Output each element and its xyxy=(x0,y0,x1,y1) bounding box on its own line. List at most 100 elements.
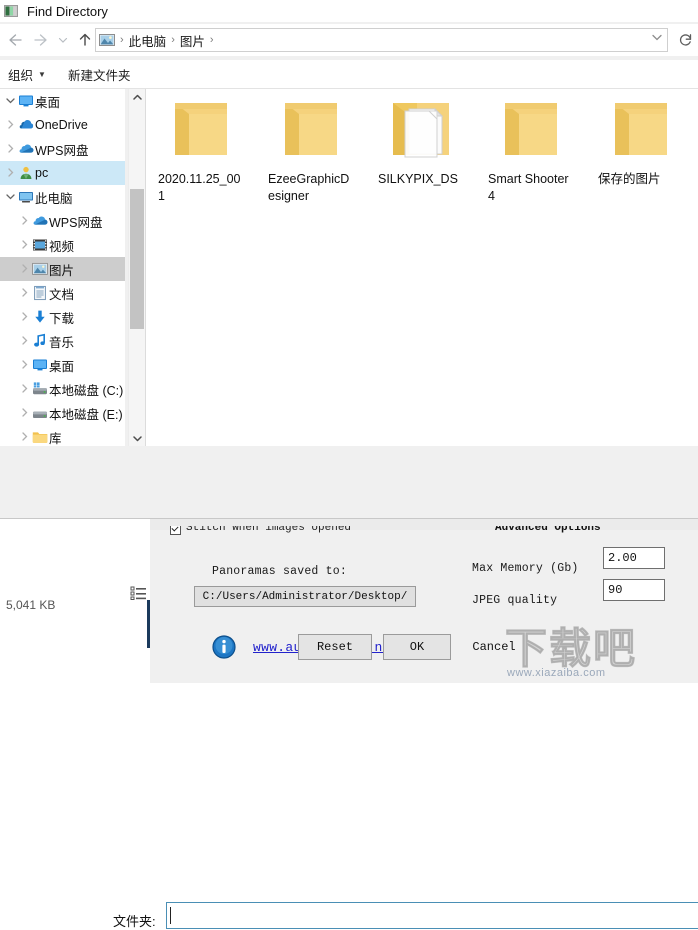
chevron-right-icon[interactable] xyxy=(18,239,31,251)
folder-input-row: 文件夹: xyxy=(0,447,698,929)
navigation-tree-pane: 桌面 OneDrive WPS网盘 pc 此电脑 WPS网盘 视频 图片 文档 下载 音乐 桌面 本地磁… xyxy=(0,89,125,446)
tree-item-9[interactable]: 下载 xyxy=(0,305,125,329)
tree-item-14[interactable]: 库 xyxy=(0,425,125,446)
dialog-title: Find Directory xyxy=(27,3,108,19)
max-memory-label: Max Memory (Gb) xyxy=(472,562,579,575)
max-memory-input[interactable]: 2.00 xyxy=(603,547,665,569)
new-folder-button[interactable]: 新建文件夹 xyxy=(68,65,131,84)
tree-item-2[interactable]: WPS网盘 xyxy=(0,137,125,161)
chevron-right-icon[interactable] xyxy=(18,359,31,371)
tree-item-5[interactable]: WPS网盘 xyxy=(0,209,125,233)
tree-item-label: pc xyxy=(35,166,49,180)
arrow-left-icon[interactable] xyxy=(2,27,28,53)
jpeg-quality-input[interactable]: 90 xyxy=(603,579,665,601)
tree-item-1[interactable]: OneDrive xyxy=(0,113,125,137)
panoramas-path-button[interactable]: C:/Users/Administrator/Desktop/ xyxy=(194,586,416,607)
monitor-icon xyxy=(17,93,35,109)
tree-item-label: 文档 xyxy=(49,287,75,302)
find-directory-dialog: Find Directory › 此电脑 › 图片 › 组织 ▼ 新建文件夹 桌… xyxy=(0,0,698,929)
folder-field-label: 文件夹: xyxy=(113,914,156,929)
chevron-down-icon[interactable] xyxy=(651,33,663,45)
chevron-right-icon[interactable] xyxy=(18,287,31,299)
file-item-label: SILKYPIX_DS xyxy=(378,172,458,186)
chevron-right-icon[interactable] xyxy=(18,215,31,227)
computer-icon xyxy=(17,189,35,205)
navigation-pane-scrollbar[interactable] xyxy=(128,89,145,446)
file-item[interactable]: Smart Shooter 4 xyxy=(476,97,586,205)
tree-item-label: 本地磁盘 (E:) xyxy=(49,407,123,422)
tree-item-label: 此电脑 xyxy=(35,191,73,206)
cancel-button[interactable]: Cancel xyxy=(460,634,528,660)
user-icon xyxy=(17,165,35,181)
chevron-right-icon[interactable] xyxy=(18,311,31,323)
chevron-down-icon[interactable] xyxy=(129,430,145,446)
chevron-right-icon[interactable] xyxy=(18,263,31,275)
file-item-label: 保存的图片 xyxy=(598,172,661,186)
file-item[interactable]: 2020.11.25_001 xyxy=(146,97,256,205)
chevron-up-icon[interactable] xyxy=(129,89,145,105)
details-view-icon[interactable] xyxy=(130,585,147,601)
ok-button[interactable]: OK xyxy=(383,634,451,660)
tree-item-label: OneDrive xyxy=(35,118,88,132)
folder-icon xyxy=(603,97,679,165)
tree-item-label: 音乐 xyxy=(49,335,75,350)
jpeg-quality-label: JPEG quality xyxy=(472,594,558,607)
tree-item-3[interactable]: pc xyxy=(0,161,125,185)
chevron-right-icon[interactable] xyxy=(4,167,17,179)
address-bar[interactable]: › 此电脑 › 图片 › xyxy=(95,28,668,52)
folder-with-file-icon xyxy=(383,97,459,165)
refresh-icon[interactable] xyxy=(676,28,696,52)
stitch-when-images-opened-checkbox[interactable] xyxy=(170,526,181,535)
chevron-right-icon[interactable] xyxy=(18,431,31,443)
file-item[interactable]: 保存的图片 xyxy=(586,97,696,205)
chevron-down-icon[interactable] xyxy=(4,193,17,202)
tree-item-label: 桌面 xyxy=(49,359,75,374)
tree-item-0[interactable]: 桌面 xyxy=(0,89,125,113)
advanced-options-heading: Advanced Options xyxy=(495,526,601,534)
tree-item-8[interactable]: 文档 xyxy=(0,281,125,305)
chevron-right-icon[interactable] xyxy=(18,383,31,395)
tree-item-11[interactable]: 桌面 xyxy=(0,353,125,377)
file-item[interactable]: EzeeGraphicDesigner xyxy=(256,97,366,205)
tree-item-6[interactable]: 视频 xyxy=(0,233,125,257)
pictures-icon xyxy=(31,261,49,277)
tree-item-label: WPS网盘 xyxy=(35,143,89,158)
organize-menu-button[interactable]: 组织 xyxy=(8,65,33,84)
file-list-pane[interactable]: 2020.11.25_001 EzeeGraphicDesigner SILKYPI… xyxy=(146,89,698,446)
tree-item-7[interactable]: 图片 xyxy=(0,257,125,281)
background-lower-left xyxy=(0,648,150,681)
chevron-right-icon[interactable] xyxy=(4,143,17,155)
disk-system-icon xyxy=(31,381,49,397)
download-icon xyxy=(31,309,49,325)
folder-icon xyxy=(31,429,49,445)
breadcrumb-separator: › xyxy=(171,34,175,46)
tree-item-12[interactable]: 本地磁盘 (C:) xyxy=(0,377,125,401)
breadcrumb-item-1[interactable]: 图片 xyxy=(180,31,205,50)
chevron-down-icon[interactable] xyxy=(4,97,17,106)
cloud-icon xyxy=(17,117,35,133)
breadcrumb-item-0[interactable]: 此电脑 xyxy=(129,31,167,50)
chevron-down-icon[interactable]: ▼ xyxy=(38,70,46,79)
video-icon xyxy=(31,237,49,253)
chevron-right-icon[interactable] xyxy=(18,335,31,347)
cloud-blue-icon xyxy=(17,141,35,157)
file-item-label: Smart Shooter 4 xyxy=(488,172,569,203)
reset-button[interactable]: Reset xyxy=(298,634,372,660)
chevron-right-icon[interactable] xyxy=(4,119,17,131)
arrow-right-icon[interactable] xyxy=(28,27,54,53)
file-item-label: 2020.11.25_001 xyxy=(158,172,241,203)
tree-item-13[interactable]: 本地磁盘 (E:) xyxy=(0,401,125,425)
chevron-down-icon[interactable] xyxy=(54,27,72,53)
tree-item-10[interactable]: 音乐 xyxy=(0,329,125,353)
tree-item-4[interactable]: 此电脑 xyxy=(0,185,125,209)
folder-name-input[interactable] xyxy=(166,902,698,929)
file-item[interactable]: SILKYPIX_DS xyxy=(366,97,476,205)
info-icon xyxy=(212,635,236,659)
disk-icon xyxy=(31,405,49,421)
status-file-size: 5,041 KB xyxy=(6,598,56,612)
scrollbar-thumb[interactable] xyxy=(130,189,144,329)
panoramas-saved-to-label: Panoramas saved to: xyxy=(212,565,347,578)
monitor-icon xyxy=(31,357,49,373)
chevron-right-icon[interactable] xyxy=(18,407,31,419)
folder-icon xyxy=(273,97,349,165)
